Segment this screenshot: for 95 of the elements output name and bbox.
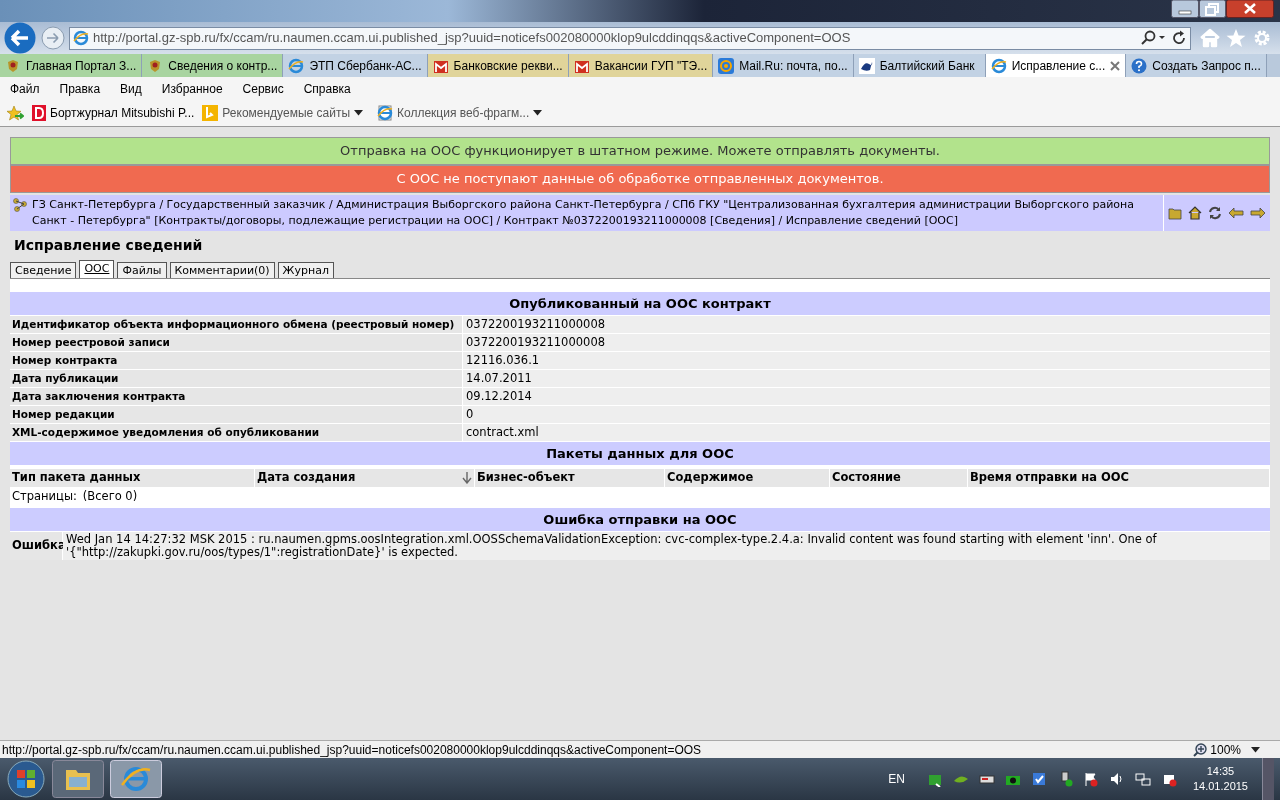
menu-item[interactable]: Вид (120, 79, 142, 98)
hierarchy-icon (12, 197, 28, 213)
browser-tab[interactable]: Создать Запрос п... (1126, 54, 1267, 77)
at-sign-icon (718, 57, 735, 74)
home-icon[interactable] (1188, 206, 1202, 220)
page-icon (377, 105, 394, 121)
menu-item[interactable]: Сервис (242, 79, 284, 98)
field-value: 12116.036.1 (463, 352, 1270, 369)
volume-icon[interactable] (1108, 771, 1125, 787)
favorites-icon[interactable] (6, 105, 24, 121)
menu-item[interactable]: Правка (59, 79, 101, 98)
page-tab[interactable]: Журнал (277, 262, 334, 278)
minimize-button[interactable] (1171, 0, 1199, 18)
field-value: 0372200193211000008 (463, 334, 1270, 351)
page-tab[interactable]: ООС (79, 260, 115, 278)
dropdown-arrow-icon[interactable] (533, 110, 543, 116)
clock-date[interactable]: 14.01.2015 (1192, 779, 1248, 794)
sort-arrow-icon[interactable] (462, 472, 472, 484)
start-button[interactable] (6, 759, 46, 799)
section-heading: Ошибка отправки на ООС (10, 507, 1270, 531)
close-tab-icon[interactable] (1110, 60, 1121, 71)
bing-icon (202, 105, 219, 121)
error-message: Wed Jan 14 14:27:32 MSK 2015 : ru.naumen.gpms.oosIntegration.xml.OOSSchemaValidationException: cvc-complex-type.2.4.a: Invalid content was found starting with element 'inn'. One of '{"http://zakupki.gov.ru/oos/types/1":registrationDate}' is expected. (63, 532, 1270, 560)
status-url: http://portal.gz-spb.ru/fx/ccam/ru.naumen.ccam.ui.published_jsp?uuid=noticefs002080000klop9ulcddinqqs&activeComponent=OOS (2, 741, 703, 759)
browser-icon (288, 57, 305, 74)
folder-icon[interactable] (1168, 206, 1182, 220)
help-icon (1131, 57, 1148, 74)
address-bar[interactable]: http://portal.gz-spb.ru/fx/ccam/ru.naumen.ccam.ui.published_jsp?uuid=noticefs002080000klop9ulcddinqqs&activeComponent=OOS (69, 26, 1191, 50)
column-header[interactable]: Дата создания (255, 469, 475, 487)
section-heading: Пакеты данных для ООС (10, 441, 1270, 465)
back-arrow-icon[interactable] (1228, 207, 1244, 219)
breadcrumb: ГЗ Санкт-Петербурга / Государственный заказчик / Администрация Выборгского района Санкт-Петербурга / СПб ГКУ "Централизованная бухгалтерия администрации Выборгского района Санкт - Петербурга" [Контракты/договоры, подлежащие регистрации на ООС] / Контракт №0372200193211000008 [Сведения] / Исправление сведений [ООС] (32, 197, 1135, 229)
forward-arrow-icon[interactable] (1250, 207, 1266, 219)
browser-tab[interactable]: ЭТП Сбербанк-АС... (283, 54, 428, 77)
browser-tab[interactable]: Вакансии ГУП "ТЭ... (568, 54, 714, 77)
favorites-link[interactable]: Рекомендуемые сайты (202, 104, 351, 122)
field-value: 0372200193211000008 (463, 316, 1270, 333)
favorites-link[interactable]: Коллекция веб-фрагм... (377, 104, 530, 122)
page-tab[interactable]: Комментарии(0) (169, 262, 275, 278)
menu-item[interactable]: Избранное (161, 79, 223, 98)
browser-icon (990, 57, 1007, 74)
favorites-link[interactable]: Бортжурнал Mitsubishi P... (32, 104, 195, 122)
browser-tab[interactable]: Исправление с... (985, 54, 1127, 77)
field-label: Номер реестровой записи (10, 334, 462, 351)
field-value: 14.07.2011 (463, 370, 1270, 387)
field-label: Дата публикации (10, 370, 462, 387)
field-label: XML-содержимое уведомления об опубликовании (10, 424, 462, 441)
total-count: (Всего 0) (82, 488, 138, 506)
field-value: 09.12.2014 (463, 388, 1270, 405)
close-button[interactable] (1226, 0, 1274, 18)
shield-icon[interactable] (1030, 771, 1047, 787)
column-header[interactable]: Содержимое (665, 469, 830, 487)
network-icon[interactable] (1134, 771, 1151, 787)
page-title: Исправление сведений (14, 236, 204, 255)
field-value: contract.xml (463, 424, 1270, 441)
field-label: Идентификатор объекта информационного обмена (реестровый номер) (10, 316, 462, 333)
page-tab[interactable]: Файлы (117, 262, 167, 278)
zoom-icon (1193, 742, 1208, 757)
column-header[interactable]: Бизнес-объект (475, 469, 665, 487)
field-value: 0 (463, 406, 1270, 423)
menu-item[interactable]: Файл (10, 79, 40, 98)
favorites-star-icon[interactable] (1225, 28, 1247, 48)
bank-logo-icon (858, 57, 875, 74)
letter-logo-icon (32, 105, 46, 121)
folder-taskbar-button[interactable] (52, 760, 104, 798)
browser-tab[interactable]: Mail.Ru: почта, по... (713, 54, 854, 77)
refresh-icon[interactable] (1208, 206, 1222, 220)
search-icon[interactable] (1141, 30, 1167, 46)
status-banner: Отправка на ООС функционирует в штатном режиме. Можете отправлять документы. (10, 137, 1270, 165)
browser-tab[interactable]: Балтийский Банк (853, 54, 986, 77)
column-header[interactable]: Время отправки на ООС (968, 469, 1270, 487)
page-tab[interactable]: Сведение (10, 262, 77, 278)
column-header[interactable]: Состояние (830, 469, 968, 487)
emblem-icon (5, 57, 21, 74)
column-header[interactable]: Тип пакета данных (10, 469, 255, 487)
dropdown-arrow-icon[interactable] (354, 110, 364, 116)
browser-icon (73, 30, 89, 46)
section-heading: Опубликованный на ООС контракт (10, 291, 1270, 315)
browser-tab[interactable]: Главная Портал З... (0, 54, 143, 77)
zoom-control[interactable]: 100% (1193, 740, 1241, 759)
field-label: Номер контракта (10, 352, 462, 369)
clock-time[interactable]: 14:35 (1206, 764, 1235, 779)
error-banner: С ООС не поступают данные об обработке отправленных документов. (10, 165, 1270, 193)
field-label: Номер редакции (10, 406, 462, 423)
field-label: Дата заключения контракта (10, 388, 462, 405)
action-center-icon[interactable] (1082, 771, 1099, 787)
restore-button[interactable] (1199, 0, 1226, 18)
menu-item[interactable]: Справка (303, 79, 351, 98)
browser-tab[interactable]: Сведения о контр... (142, 54, 284, 77)
refresh-icon[interactable] (1171, 30, 1187, 46)
language-indicator[interactable]: EN (888, 770, 905, 788)
pagination-label: Страницы: (12, 488, 77, 506)
back-button[interactable] (3, 22, 37, 54)
dropdown-arrow-icon[interactable] (1251, 746, 1260, 753)
browser-tab[interactable]: Банковские рекви... (427, 54, 569, 77)
